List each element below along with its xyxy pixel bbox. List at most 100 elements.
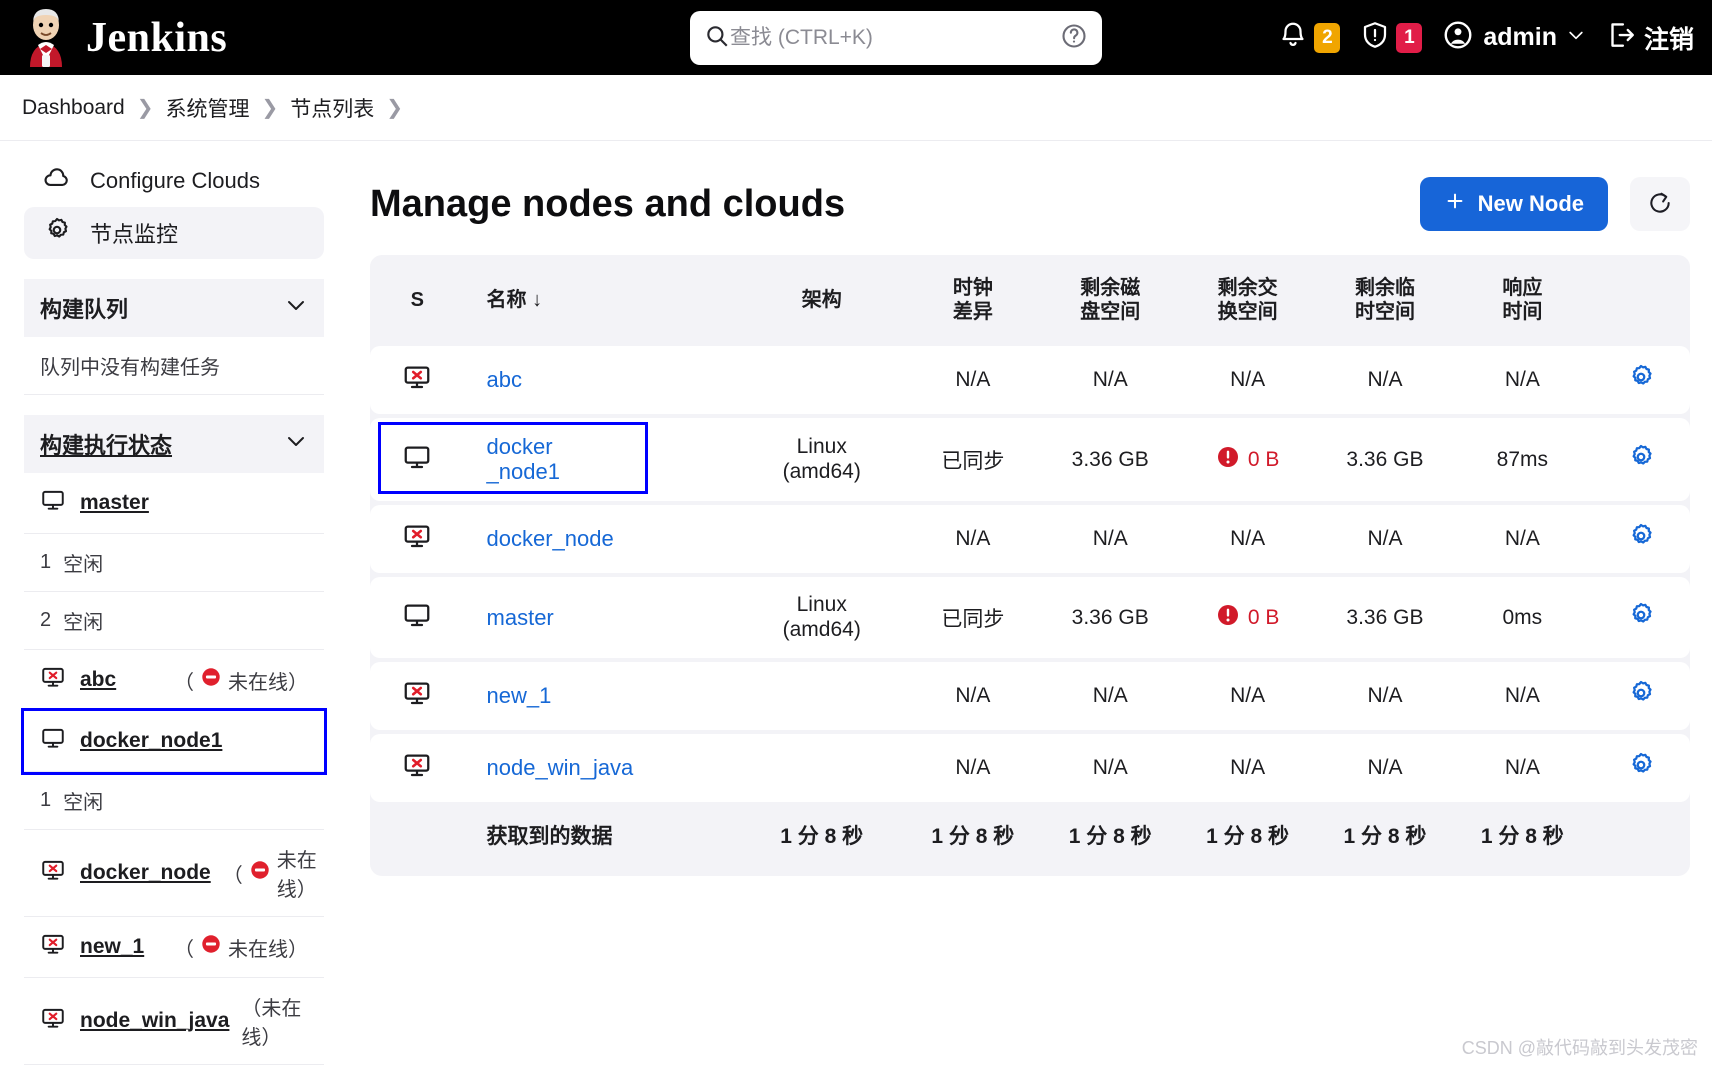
row-free-swap-space-cell: N/A	[1178, 346, 1317, 415]
build-queue-empty-row: 队列中没有构建任务	[24, 337, 324, 395]
table-row[interactable]: abc N/A N/A N/A N/A N/A	[370, 346, 1690, 415]
column-header-clock-difference[interactable]: 时钟 差异	[904, 259, 1042, 343]
row-free-temp-space-cell: 3.36 GB	[1316, 418, 1454, 502]
search-icon	[704, 23, 730, 54]
executor-state: 空闲	[63, 554, 104, 576]
status-text: 未在线）	[228, 938, 308, 961]
column-header-response-time[interactable]: 响应 时间	[1453, 259, 1592, 343]
shield-warning-icon	[1360, 20, 1390, 55]
column-header-name[interactable]: 名称 ↓	[464, 259, 740, 343]
sidebar-executor-node-docker-node[interactable]: docker_node （ 未在线）	[24, 830, 324, 917]
sidebar-executor-name[interactable]: node_win_java	[80, 1009, 229, 1033]
sidebar-executor-offline-status: （ 未在线）	[174, 933, 308, 962]
computer-error-icon	[402, 525, 432, 556]
sidebar-item-node-monitoring[interactable]: 节点监控	[24, 207, 324, 259]
sidebar-executor-slot: 2 空闲	[24, 592, 324, 650]
build-queue-empty-text: 队列中没有构建任务	[40, 357, 220, 379]
computer-error-icon	[40, 1005, 66, 1037]
sidebar-item-label: 节点监控	[90, 222, 179, 247]
user-menu-button[interactable]: admin	[1442, 19, 1586, 56]
sidebar-executor-slot: 1 空闲	[24, 772, 324, 830]
logout-label: 注销	[1643, 25, 1694, 54]
column-header-status[interactable]: S	[370, 259, 465, 343]
footer-spacer	[370, 806, 465, 865]
sidebar-item-configure-clouds[interactable]: Configure Clouds	[24, 155, 324, 207]
row-status-cell	[370, 505, 465, 574]
sidebar-executor-name[interactable]: master	[80, 491, 149, 515]
node-name-link[interactable]: node_win_java	[487, 755, 634, 780]
header-actions: New Node	[1419, 177, 1690, 231]
sidebar-executor-node-new-1[interactable]: new_1 （ 未在线）	[24, 917, 324, 978]
build-executor-status-header[interactable]: 构建执行状态	[24, 415, 324, 473]
sidebar-executor-name[interactable]: new_1	[80, 935, 144, 959]
chevron-down-icon[interactable]	[284, 293, 308, 323]
row-name-cell: master	[464, 577, 740, 659]
row-response-time-cell: N/A	[1453, 505, 1592, 574]
node-name-link[interactable]: abc	[487, 367, 522, 392]
row-free-disk-space-cell: N/A	[1041, 662, 1179, 731]
warning-circle-icon	[1216, 445, 1240, 475]
jenkins-butler-logo-icon	[20, 8, 72, 67]
node-name-link[interactable]: new_1	[487, 683, 552, 708]
sidebar-executor-offline-status: （ 未在线）	[223, 844, 317, 902]
build-queue-panel: 构建队列 队列中没有构建任务	[24, 279, 324, 395]
row-actions-cell	[1591, 662, 1690, 731]
sidebar-executor-node-node-win-java[interactable]: node_win_java （未在线）	[24, 978, 324, 1065]
row-free-disk-space-cell: N/A	[1041, 505, 1179, 574]
node-settings-button[interactable]	[1626, 750, 1656, 780]
table-row[interactable]: docker _node1 Linux (amd64) 已同步 3.36 GB	[370, 418, 1690, 502]
node-settings-button[interactable]	[1626, 362, 1656, 392]
table-row[interactable]: new_1 N/A N/A N/A N/A N/A	[370, 662, 1690, 731]
sidebar-executor-name[interactable]: docker_node	[80, 861, 211, 885]
search-input[interactable]	[730, 26, 1060, 50]
column-header-architecture[interactable]: 架构	[739, 259, 905, 343]
security-warnings-button[interactable]: 1	[1360, 20, 1423, 55]
table-row[interactable]: docker_node N/A N/A N/A N/A N/A	[370, 505, 1690, 574]
jenkins-brand[interactable]: Jenkins	[20, 8, 227, 67]
chevron-down-icon[interactable]	[284, 429, 308, 459]
table-row[interactable]: node_win_java N/A N/A N/A N/A N/A	[370, 734, 1690, 803]
gear-icon	[1626, 444, 1656, 475]
node-settings-button[interactable]	[1626, 678, 1656, 708]
new-node-button[interactable]: New Node	[1419, 177, 1608, 231]
table-row[interactable]: master Linux (amd64) 已同步 3.36 GB 0 B 3.3…	[370, 577, 1690, 659]
question-circle-icon[interactable]	[1060, 22, 1088, 55]
cloud-icon	[42, 163, 72, 199]
gear-icon	[1626, 681, 1656, 711]
breadcrumb-item-dashboard[interactable]: Dashboard	[22, 96, 125, 120]
column-header-free-swap-space[interactable]: 剩余交 换空间	[1178, 259, 1317, 343]
row-name-cell: docker_node	[464, 505, 740, 574]
global-search-box[interactable]	[690, 11, 1102, 65]
row-actions-cell	[1591, 418, 1690, 502]
sidebar-executor-name[interactable]: docker_node1	[80, 729, 222, 753]
breadcrumb-separator-icon: ❯	[386, 97, 404, 119]
column-header-actions	[1591, 259, 1690, 343]
row-name-cell: abc	[464, 346, 740, 415]
computer-icon	[402, 604, 432, 635]
breadcrumb-item-node-list[interactable]: 节点列表	[290, 93, 374, 123]
refresh-button[interactable]	[1630, 177, 1690, 231]
notifications-button[interactable]: 2	[1278, 20, 1341, 55]
breadcrumb-item-system-management[interactable]: 系统管理	[166, 93, 250, 123]
logout-button[interactable]: 注销	[1606, 20, 1694, 56]
sidebar-executor-node-abc[interactable]: abc （ 未在线）	[24, 650, 324, 711]
column-header-free-temp-space[interactable]: 剩余临 时空间	[1316, 259, 1454, 343]
footer-value-architecture: 1 分 8 秒	[739, 806, 905, 865]
sidebar-executor-node-master[interactable]: master	[24, 473, 324, 534]
node-name-link[interactable]: master	[487, 605, 554, 630]
node-settings-button[interactable]	[1626, 521, 1656, 551]
node-settings-button[interactable]	[1626, 600, 1656, 630]
gear-icon	[1626, 753, 1656, 783]
node-name-link[interactable]: docker _node1	[487, 434, 560, 485]
sidebar-executor-node-docker-node1[interactable]: docker_node1	[21, 708, 327, 775]
build-queue-header[interactable]: 构建队列	[24, 279, 324, 337]
column-header-free-disk-space[interactable]: 剩余磁 盘空间	[1041, 259, 1179, 343]
notifications-count-badge: 2	[1314, 22, 1341, 53]
node-name-link[interactable]: docker_node	[487, 526, 614, 551]
row-clock-difference-cell: 已同步	[904, 577, 1042, 659]
row-name-cell: new_1	[464, 662, 740, 731]
sidebar-executor-name[interactable]: abc	[80, 668, 116, 692]
row-status-cell	[370, 662, 465, 731]
node-settings-button[interactable]	[1626, 442, 1656, 472]
gear-icon	[1626, 365, 1656, 395]
